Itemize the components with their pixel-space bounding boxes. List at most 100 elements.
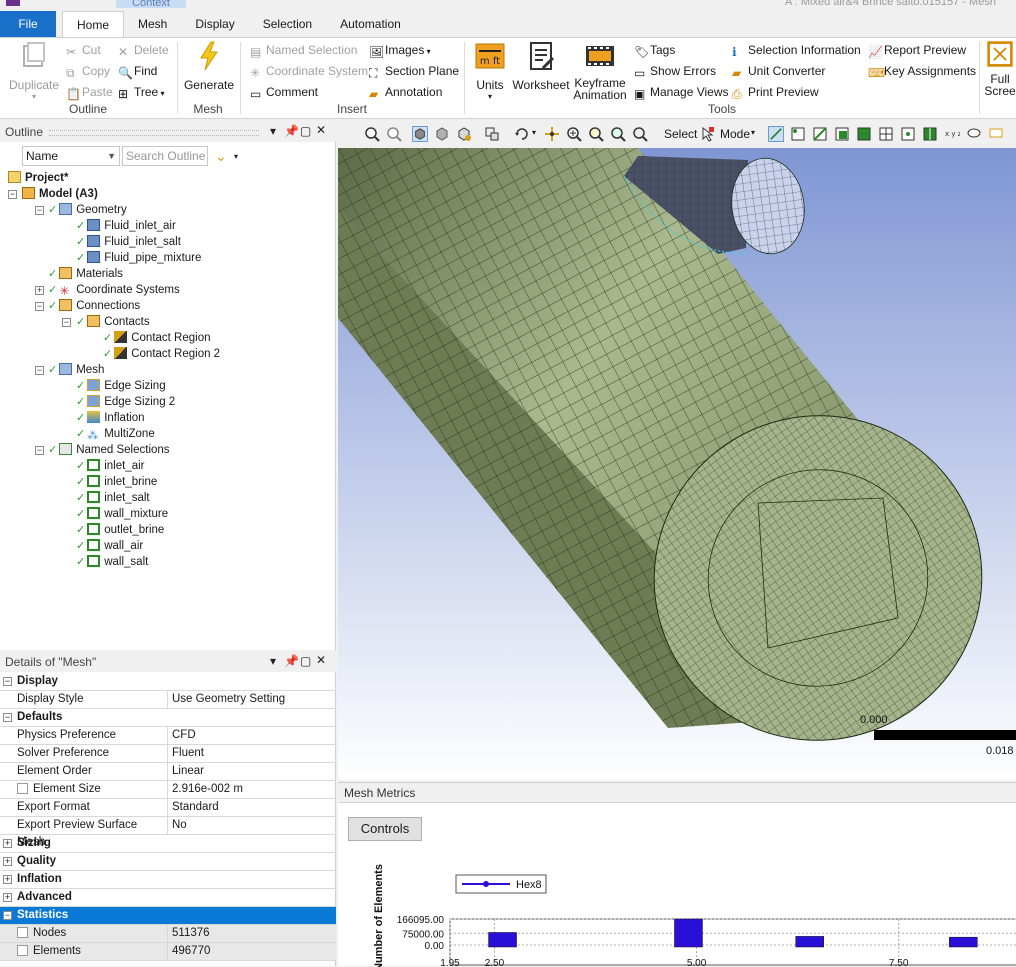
- tree-item-named-selection[interactable]: ✓ wall_mixture: [76, 506, 168, 522]
- images-button[interactable]: 🖼Images ▾: [369, 41, 431, 59]
- units-button[interactable]: m ft Units ▾: [472, 40, 508, 101]
- coordinates-icon[interactable]: x y z: [944, 126, 960, 142]
- details-section-statistics[interactable]: − Statistics: [0, 907, 336, 925]
- parameter-checkbox[interactable]: [17, 927, 28, 938]
- magnifier-icon[interactable]: [632, 126, 648, 142]
- expand-toggle[interactable]: +: [3, 875, 12, 884]
- tree-item-named-selection[interactable]: ✓ outlet_brine: [76, 522, 164, 538]
- select-element-face-icon[interactable]: [878, 126, 894, 142]
- select-face-icon[interactable]: [834, 126, 850, 142]
- chevron-down-icon[interactable]: ▾: [532, 128, 536, 137]
- tree-item-named-selection[interactable]: ✓ wall_air: [76, 538, 143, 554]
- select-edge-icon[interactable]: [812, 126, 828, 142]
- parameter-checkbox[interactable]: [17, 945, 28, 956]
- unit-converter-button[interactable]: ▰ Unit Converter: [732, 62, 825, 80]
- details-row-export-format[interactable]: Export Format Standard: [0, 799, 336, 817]
- find-button[interactable]: 🔍Find: [118, 62, 157, 80]
- collapse-toggle[interactable]: −: [35, 446, 44, 455]
- tree-item-named-selection[interactable]: ✓ inlet_salt: [76, 490, 150, 506]
- details-section-sizing[interactable]: + Sizing: [0, 835, 336, 853]
- name-filter-select[interactable]: Name ▼: [22, 146, 120, 166]
- tree-item-materials[interactable]: ✓ Materials: [48, 266, 123, 282]
- tree-item-project[interactable]: Project*: [8, 170, 68, 186]
- panel-menu-icon[interactable]: ▾: [270, 124, 276, 138]
- keyframe-animation-button[interactable]: Keyframe Animation: [572, 40, 628, 101]
- select-node-icon[interactable]: [900, 126, 916, 142]
- collapse-toggle[interactable]: −: [3, 911, 12, 920]
- tree-item-inflation[interactable]: ✓ Inflation: [76, 410, 145, 426]
- tree-item-named-selection[interactable]: ✓ inlet_brine: [76, 474, 157, 490]
- print-preview-button[interactable]: ⎙ Print Preview: [732, 83, 819, 101]
- tree-item-mesh[interactable]: ✓ Mesh: [48, 362, 104, 378]
- tree-item-body[interactable]: ✓ Fluid_pipe_mixture: [76, 250, 201, 266]
- manage-views-button[interactable]: ▣ Manage Views: [634, 83, 729, 101]
- paste-button[interactable]: 📋Paste: [66, 83, 113, 101]
- details-row-elements[interactable]: Elements 496770: [0, 943, 336, 961]
- tree-item-coordinate-systems[interactable]: ✓ ✳ Coordinate Systems: [48, 282, 180, 298]
- details-row-solver-preference[interactable]: Solver Preference Fluent: [0, 745, 336, 763]
- details-row-display-style[interactable]: Display Style Use Geometry Setting: [0, 691, 336, 709]
- selection-information-button[interactable]: ℹ Selection Information: [732, 41, 861, 59]
- tree-item-connections[interactable]: ✓ Connections: [48, 298, 140, 314]
- expand-toggle[interactable]: +: [35, 286, 44, 295]
- tree-item-body[interactable]: ✓ Fluid_inlet_salt: [76, 234, 181, 250]
- edges-icon[interactable]: [456, 126, 472, 142]
- annotation-button[interactable]: ▰ Annotation: [369, 83, 442, 101]
- details-row-physics-preference[interactable]: Physics Preference CFD: [0, 727, 336, 745]
- tree-item-model[interactable]: Model (A3): [22, 186, 98, 202]
- mode-dropdown[interactable]: Mode: [720, 127, 750, 141]
- copy-button[interactable]: ⧉ Copy: [66, 62, 110, 80]
- mesh-model-render[interactable]: [338, 148, 1016, 780]
- context-tab[interactable]: Context: [116, 0, 186, 8]
- expand-toggle[interactable]: +: [3, 893, 12, 902]
- expand-toggle[interactable]: +: [3, 857, 12, 866]
- show-errors-button[interactable]: ▭ Show Errors: [634, 62, 716, 80]
- tab-automation[interactable]: Automation: [326, 11, 415, 37]
- cut-button[interactable]: ✂ Cut: [66, 41, 101, 59]
- worksheet-button[interactable]: Worksheet: [510, 40, 572, 92]
- shaded-cube-icon[interactable]: [412, 126, 428, 142]
- tree-item-multizone[interactable]: ✓ ⁂ MultiZone: [76, 426, 155, 442]
- named-selection-button[interactable]: ▤ Named Selection: [250, 41, 357, 59]
- file-tab[interactable]: File: [0, 11, 56, 37]
- zoom-in-icon[interactable]: [566, 126, 582, 142]
- collapse-toggle[interactable]: −: [35, 366, 44, 375]
- zoom-box-icon[interactable]: [588, 126, 604, 142]
- filter-chevron-icon[interactable]: ⌄: [215, 148, 227, 165]
- select-label[interactable]: Select: [664, 127, 697, 141]
- search-outline-input[interactable]: Search Outline: [122, 146, 208, 166]
- tab-home[interactable]: Home: [62, 11, 125, 38]
- select-element-icon[interactable]: [922, 126, 938, 142]
- collapse-toggle[interactable]: −: [35, 206, 44, 215]
- parameter-checkbox[interactable]: [17, 783, 28, 794]
- chevron-down-icon[interactable]: ▾: [751, 128, 755, 137]
- collapse-toggle[interactable]: −: [62, 318, 71, 327]
- collapse-toggle[interactable]: −: [3, 713, 12, 722]
- zoom-fit-icon[interactable]: [610, 126, 626, 142]
- tree-button[interactable]: ⊞ Tree ▾: [118, 83, 164, 101]
- panel-menu-icon[interactable]: ▾: [270, 654, 276, 668]
- chevron-down-icon[interactable]: ▾: [234, 152, 238, 161]
- collapse-toggle[interactable]: −: [35, 302, 44, 311]
- wireframe-cube-icon[interactable]: [434, 126, 450, 142]
- select-vertex-icon[interactable]: [790, 126, 806, 142]
- delete-button[interactable]: ✕ Delete: [118, 41, 169, 59]
- graphics-viewport[interactable]: 0.000 0.018: [338, 148, 1016, 780]
- box-select-icon[interactable]: [484, 126, 500, 142]
- collapse-toggle[interactable]: −: [8, 190, 17, 199]
- details-section-inflation[interactable]: + Inflation: [0, 871, 336, 889]
- details-section-defaults[interactable]: − Defaults: [0, 709, 336, 727]
- duplicate-button[interactable]: Duplicate ▾: [8, 40, 60, 101]
- comment-button[interactable]: ▭ Comment: [250, 83, 318, 101]
- report-preview-button[interactable]: 📈Report Preview: [868, 41, 966, 59]
- annotation-label-icon[interactable]: [988, 126, 1004, 142]
- tree-item-edge-sizing[interactable]: ✓ Edge Sizing 2: [76, 394, 175, 410]
- tree-item-edge-sizing[interactable]: ✓ Edge Sizing: [76, 378, 166, 394]
- select-point-icon[interactable]: [768, 126, 784, 142]
- details-section-quality[interactable]: + Quality: [0, 853, 336, 871]
- tree-item-body[interactable]: ✓ Fluid_inlet_air: [76, 218, 176, 234]
- details-section-display[interactable]: − Display: [0, 673, 336, 691]
- close-icon[interactable]: ✕: [316, 123, 326, 137]
- full-screen-button[interactable]: Full Scree: [984, 40, 1016, 97]
- pin-icon[interactable]: 📌: [284, 654, 299, 668]
